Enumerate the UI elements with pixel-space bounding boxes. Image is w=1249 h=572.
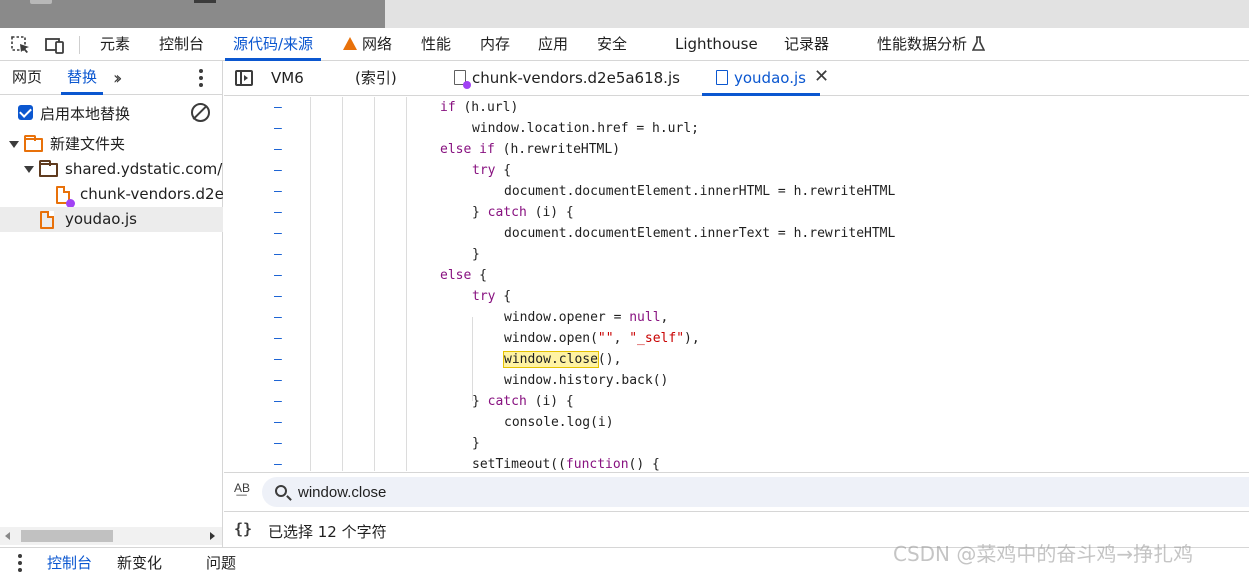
file-icon bbox=[454, 70, 471, 89]
tree-item-file[interactable]: youdao.js bbox=[0, 207, 223, 232]
editor-tab-chunk-vendors[interactable]: chunk-vendors.d2e5a618.js bbox=[454, 61, 680, 95]
selection-status: 已选择 12 个字符 bbox=[268, 523, 387, 541]
code-line: –} bbox=[274, 247, 480, 262]
match-case-icon[interactable]: A͟B bbox=[234, 481, 250, 495]
code-line: – console.log(i) bbox=[274, 415, 614, 430]
pretty-print-icon[interactable]: {} bbox=[234, 520, 252, 538]
tab-security[interactable]: 安全 bbox=[597, 28, 627, 60]
tab-elements[interactable]: 元素 bbox=[100, 28, 130, 60]
expand-triangle-icon[interactable] bbox=[9, 141, 19, 148]
scrollbar-thumb[interactable] bbox=[21, 530, 113, 542]
enable-overrides-label: 启用本地替换 bbox=[40, 105, 131, 123]
dimmed-page-area bbox=[0, 0, 385, 28]
tab-performance-insights[interactable]: 性能数据分析 bbox=[877, 28, 986, 63]
search-input[interactable] bbox=[298, 481, 1198, 503]
file-icon bbox=[40, 211, 54, 229]
code-line: – window.history.back() bbox=[274, 373, 669, 388]
tree-item-file[interactable]: chunk-vendors.d2e5 bbox=[0, 182, 223, 207]
file-icon bbox=[716, 70, 728, 85]
tab-network[interactable]: 网络 bbox=[343, 28, 392, 71]
inspect-element-icon[interactable] bbox=[11, 36, 31, 54]
drawer-menu-icon[interactable] bbox=[18, 554, 22, 572]
code-line: –} catch (i) { bbox=[274, 394, 574, 409]
page-shape bbox=[30, 0, 52, 4]
folder-icon bbox=[39, 160, 58, 177]
sources-navigator: 网页 替换 ›› 启用本地替换 新建文件夹 shared.ydstatic.co… bbox=[0, 61, 223, 547]
drawer-tab-console[interactable]: 控制台 bbox=[47, 552, 92, 572]
devtools-main-toolbar: 元素 控制台 源代码/来源 网络 性能 内存 应用 安全 Lighthouse … bbox=[0, 28, 1249, 71]
drawer-tab-issues[interactable]: 问题 bbox=[206, 552, 236, 572]
folder-icon bbox=[24, 135, 43, 152]
flask-icon bbox=[971, 31, 986, 63]
code-line: – else if (h.rewriteHTML) bbox=[274, 142, 621, 157]
search-match-highlight: window.close bbox=[503, 351, 599, 368]
search-box[interactable] bbox=[262, 477, 1249, 507]
tab-memory[interactable]: 内存 bbox=[480, 28, 510, 60]
expand-triangle-icon[interactable] bbox=[24, 166, 34, 173]
editor-tabs: VM6 (索引) chunk-vendors.d2e5a618.js youda… bbox=[224, 61, 1249, 96]
search-icon bbox=[275, 485, 287, 497]
tab-page[interactable]: 网页 bbox=[12, 61, 42, 94]
code-line: – else { bbox=[274, 268, 487, 283]
warning-icon bbox=[343, 37, 357, 71]
toggle-navigator-icon[interactable] bbox=[235, 70, 253, 86]
page-shape bbox=[194, 0, 216, 3]
scroll-left-icon[interactable] bbox=[5, 532, 10, 540]
more-options-icon[interactable] bbox=[196, 68, 206, 88]
code-line: – if (h.url) bbox=[274, 100, 519, 115]
navigator-horizontal-scrollbar[interactable] bbox=[0, 527, 222, 545]
tab-performance[interactable]: 性能 bbox=[421, 28, 451, 60]
close-tab-icon[interactable]: ✕ bbox=[814, 66, 829, 87]
code-line: – window.open("", "_self"), bbox=[274, 331, 700, 346]
code-line: – window.close(), bbox=[274, 351, 622, 368]
tab-console[interactable]: 控制台 bbox=[159, 28, 204, 60]
more-tabs-icon[interactable]: ›› bbox=[113, 68, 123, 89]
enable-overrides-row: 启用本地替换 bbox=[0, 95, 223, 129]
tab-lighthouse[interactable]: Lighthouse bbox=[675, 28, 758, 60]
drawer-tab-whats-new[interactable]: 新变化 bbox=[117, 552, 162, 572]
file-icon bbox=[56, 186, 75, 207]
tab-sources[interactable]: 源代码/来源 bbox=[224, 28, 322, 61]
editor-tab-youdao[interactable]: youdao.js bbox=[702, 61, 820, 96]
code-line: – document.documentElement.innerHTML = h.… bbox=[274, 184, 896, 199]
tab-application[interactable]: 应用 bbox=[538, 28, 568, 60]
scroll-right-icon[interactable] bbox=[210, 532, 215, 540]
code-line: –} catch (i) { bbox=[274, 205, 574, 220]
browser-page-strip bbox=[0, 0, 1249, 28]
tab-recorder[interactable]: 记录器 bbox=[784, 28, 829, 60]
search-bar: A͟B bbox=[224, 472, 1249, 510]
device-toolbar-icon[interactable] bbox=[45, 36, 65, 54]
code-editor[interactable]: – if (h.url) – window.location.href = h.ur… bbox=[224, 97, 1249, 471]
code-line: – window.opener = null, bbox=[274, 310, 669, 325]
code-line: – try { bbox=[274, 289, 512, 304]
tree-item-folder[interactable]: shared.ydstatic.com/d bbox=[0, 157, 223, 182]
editor-tab-index[interactable]: (索引) bbox=[355, 61, 397, 95]
tree-item-folder[interactable]: 新建文件夹 bbox=[0, 132, 223, 157]
clear-overrides-icon[interactable] bbox=[191, 103, 210, 122]
code-line: – setTimeout((function() { bbox=[274, 457, 660, 471]
tab-overrides[interactable]: 替换 bbox=[60, 61, 104, 95]
page-area-light bbox=[385, 0, 1249, 28]
enable-overrides-checkbox[interactable] bbox=[18, 105, 33, 120]
toolbar-divider bbox=[79, 36, 80, 54]
code-line: –} bbox=[274, 436, 480, 451]
navigator-tabs: 网页 替换 ›› bbox=[0, 61, 223, 95]
watermark: CSDN @菜鸡中的奋斗鸡→挣扎鸡 bbox=[893, 542, 1194, 566]
editor-tab-vm6[interactable]: VM6 bbox=[271, 61, 304, 95]
code-line: – window.location.href = h.url; bbox=[274, 121, 699, 136]
code-line: – document.documentElement.innerText = h.… bbox=[274, 226, 896, 241]
code-line: – try { bbox=[274, 163, 512, 178]
